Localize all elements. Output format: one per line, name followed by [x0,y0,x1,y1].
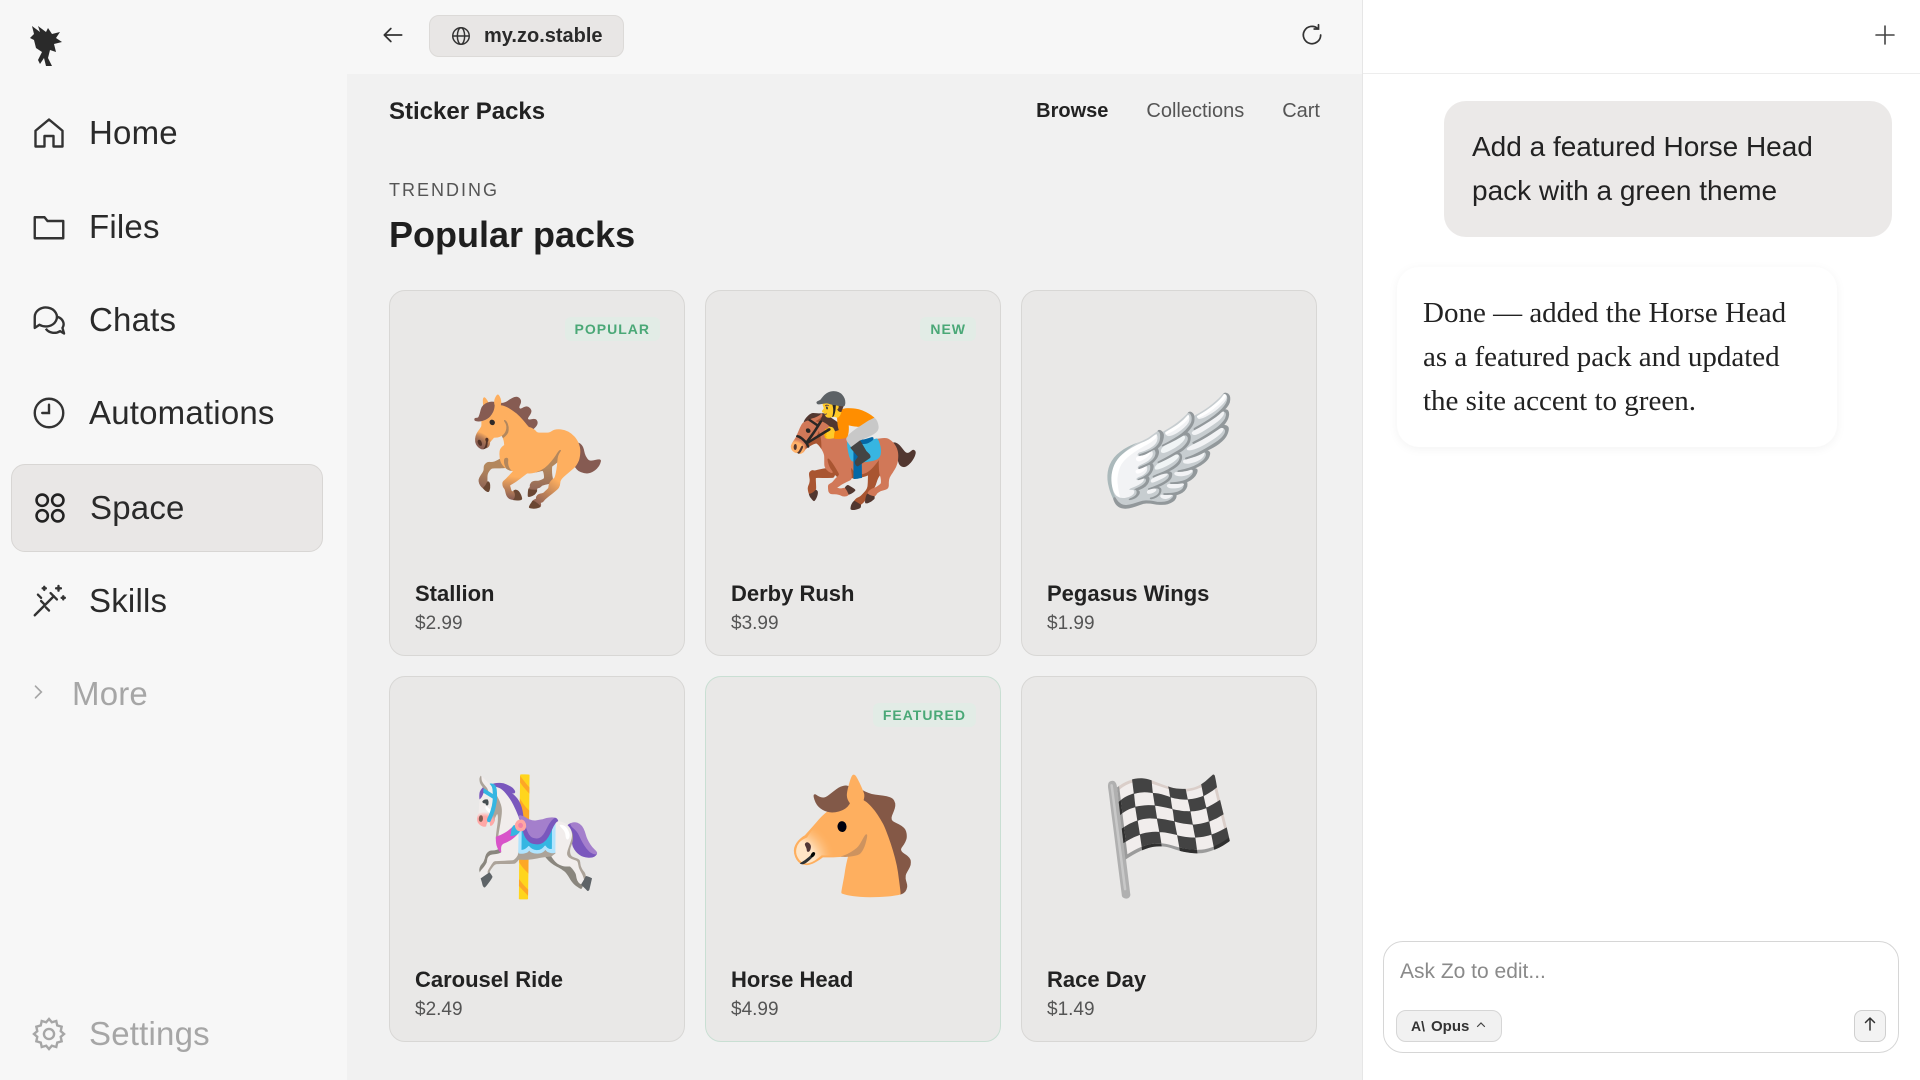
pack-badge: FEATURED [872,703,976,727]
address-bar[interactable]: my.zo.stable [429,15,624,57]
magic-wand-icon [29,581,69,621]
chat-composer: A\ Opus [1383,941,1899,1053]
folder-icon [29,207,69,247]
user-message: Add a featured Horse Head pack with a gr… [1444,101,1892,237]
grid-circles-icon [30,488,70,528]
arrow-left-icon [380,22,406,53]
pack-name: Stallion [415,581,495,606]
sidebar-item-label: Files [89,208,160,245]
section-title: Popular packs [389,214,636,255]
horse-icon: 🐎 [467,386,607,516]
pack-card-carousel-ride[interactable]: 🎠 Carousel Ride $2.49 [389,676,685,1042]
site-title: Sticker Packs [389,98,546,125]
pack-name: Race Day [1047,967,1147,992]
sidebar-more-toggle[interactable]: More [28,668,148,720]
pack-price: $1.49 [1047,999,1095,1020]
new-chat-button[interactable] [1870,22,1900,52]
pack-card-pegasus-wings[interactable]: 🪽 Pegasus Wings $1.99 [1021,290,1317,656]
sidebar-item-skills[interactable]: Skills [11,557,323,645]
sidebar-item-settings[interactable]: Settings [11,1004,210,1064]
back-button[interactable] [377,22,409,52]
model-label: Opus [1431,1017,1470,1035]
pack-card-horse-head[interactable]: FEATURED 🐴 Horse Head $4.99 [705,676,1001,1042]
home-icon [29,113,69,153]
pack-badge: NEW [920,317,976,341]
section-kicker: TRENDING [389,180,499,200]
pack-name: Carousel Ride [415,967,563,992]
sidebar-item-automations[interactable]: Automations [11,369,323,457]
anthropic-icon: A\ [1411,1018,1425,1034]
sidebar-item-label: Home [89,114,178,151]
pack-badge: POPULAR [564,317,660,341]
pack-price: $1.99 [1047,613,1095,634]
sidebar: Home Files Chats Automations Space Skill… [0,0,347,1080]
model-selector[interactable]: A\ Opus [1396,1010,1503,1042]
chevron-right-icon [28,682,48,707]
chat-header [1363,0,1920,74]
reload-icon [1299,22,1325,53]
plus-icon [1873,23,1897,52]
sidebar-item-label: Chats [89,301,177,338]
clock-icon [29,393,69,433]
site-nav: Browse Collections Cart [1036,100,1320,123]
checkered-flag-icon: 🏁 [1099,772,1239,902]
assistant-message: Done — added the Horse Head as a feature… [1397,267,1837,447]
send-button[interactable] [1854,1010,1886,1042]
pack-card-derby-rush[interactable]: NEW 🏇 Derby Rush $3.99 [705,290,1001,656]
pack-card-stallion[interactable]: POPULAR 🐎 Stallion $2.99 [389,290,685,656]
pack-name: Horse Head [731,967,854,992]
arrow-up-icon [1861,1015,1879,1038]
sidebar-item-space[interactable]: Space [11,464,323,552]
sidebar-item-label: Skills [89,582,168,619]
sidebar-item-label: Settings [89,1015,210,1052]
gear-icon [29,1014,69,1054]
horse-face-icon: 🐴 [783,772,923,902]
url-text: my.zo.stable [484,24,603,47]
site-nav-collections[interactable]: Collections [1146,100,1244,123]
pack-price: $2.99 [415,613,463,634]
site-nav-browse[interactable]: Browse [1036,100,1108,123]
horse-racing-icon: 🏇 [783,386,923,516]
site-viewport: Sticker Packs Browse Collections Cart TR… [347,74,1362,1080]
wing-icon: 🪽 [1099,386,1239,516]
sidebar-item-label: Space [90,489,185,526]
pack-price: $3.99 [731,613,779,634]
sidebar-item-files[interactable]: Files [11,183,323,271]
reload-button[interactable] [1297,22,1327,52]
sidebar-item-home[interactable]: Home [11,89,323,177]
chat-bubbles-icon [29,300,69,340]
pack-card-race-day[interactable]: 🏁 Race Day $1.49 [1021,676,1317,1042]
pack-name: Derby Rush [731,581,855,606]
chevron-up-icon [1475,1018,1487,1035]
site-nav-cart[interactable]: Cart [1282,100,1320,123]
sidebar-item-label: Automations [89,394,275,431]
chat-panel: Add a featured Horse Head pack with a gr… [1362,0,1920,1080]
carousel-horse-icon: 🎠 [467,772,607,902]
sidebar-item-chats[interactable]: Chats [11,276,323,364]
pegasus-logo-icon[interactable] [26,22,66,70]
pack-grid: POPULAR 🐎 Stallion $2.99 NEW 🏇 Derby Rus… [389,290,1319,1042]
pack-price: $2.49 [415,999,463,1020]
sidebar-more-label: More [72,675,148,712]
browser-toolbar: my.zo.stable [347,0,1362,74]
pack-name: Pegasus Wings [1047,581,1210,606]
globe-icon [450,25,472,47]
pack-price: $4.99 [731,999,779,1020]
chat-input[interactable] [1400,960,1860,984]
